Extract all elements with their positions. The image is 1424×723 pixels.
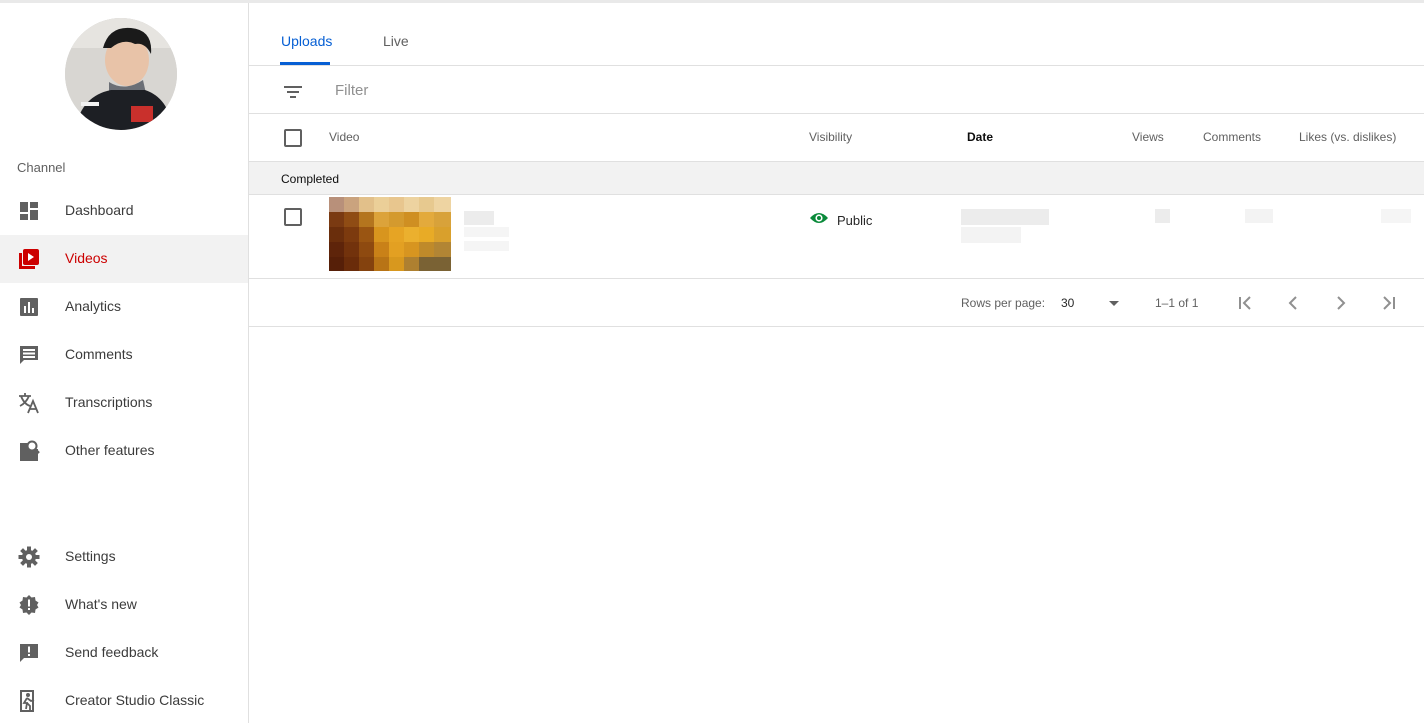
sidebar-item-label: Transcriptions — [65, 394, 153, 410]
redacted-video-description — [464, 227, 509, 237]
sidebar-item-dashboard[interactable]: Dashboard — [0, 187, 248, 235]
redacted-likes — [1381, 209, 1411, 223]
main-content: Uploads Live Video Visibility Date Views… — [249, 3, 1424, 723]
column-header-visibility: Visibility — [809, 130, 853, 144]
table-row[interactable]: Public — [249, 195, 1424, 279]
sidebar-item-whats-new[interactable]: What's new — [0, 581, 248, 629]
translate-icon — [17, 391, 41, 415]
channel-avatar[interactable] — [65, 18, 177, 130]
videos-icon — [17, 247, 41, 271]
sidebar: Channel Dashboard Videos Analytics Comme… — [0, 3, 249, 723]
sidebar-item-settings[interactable]: Settings — [0, 533, 248, 581]
tab-live[interactable]: Live — [383, 33, 409, 49]
rows-per-page-value: 30 — [1061, 296, 1075, 310]
sidebar-item-label: Analytics — [65, 298, 122, 314]
select-all-checkbox[interactable] — [284, 129, 302, 147]
column-header-likes[interactable]: Likes (vs. dislikes) — [1299, 130, 1396, 144]
redacted-date — [961, 209, 1049, 225]
channel-section-label: Channel — [17, 160, 66, 175]
tab-uploads[interactable]: Uploads — [281, 33, 332, 49]
redacted-video-title — [464, 211, 494, 225]
pagination-bar: Rows per page: 30 1–1 of 1 — [249, 279, 1424, 327]
redacted-date-detail — [961, 227, 1021, 243]
caret-down-icon — [1109, 301, 1119, 306]
sidebar-item-label: Creator Studio Classic — [65, 692, 205, 708]
filter-bar — [249, 66, 1424, 114]
sidebar-item-videos[interactable]: Videos — [0, 235, 248, 283]
previous-page-button[interactable] — [1281, 291, 1305, 315]
sidebar-item-comments[interactable]: Comments — [0, 331, 248, 379]
analytics-icon — [17, 295, 41, 319]
sidebar-item-label: Dashboard — [65, 202, 134, 218]
whats-new-icon — [17, 593, 41, 617]
first-page-button[interactable] — [1233, 291, 1257, 315]
sidebar-item-analytics[interactable]: Analytics — [0, 283, 248, 331]
page-range: 1–1 of 1 — [1155, 296, 1199, 310]
classic-exit-icon — [17, 689, 41, 713]
rows-per-page-label: Rows per page: — [961, 296, 1046, 310]
visibility-cell[interactable]: Public — [809, 211, 872, 230]
next-page-button[interactable] — [1329, 291, 1353, 315]
sidebar-item-label: Settings — [65, 548, 116, 564]
sidebar-item-label: Comments — [65, 346, 133, 362]
column-header-views[interactable]: Views — [1132, 130, 1164, 144]
filter-icon[interactable] — [281, 80, 305, 104]
feedback-icon — [17, 641, 41, 665]
chevron-left-icon — [1288, 296, 1297, 310]
sidebar-item-label: Send feedback — [65, 644, 159, 660]
redacted-video-description — [464, 241, 509, 251]
eye-icon — [809, 211, 829, 230]
sidebar-item-label: Other features — [65, 442, 155, 458]
redacted-views — [1155, 209, 1170, 223]
column-header-video: Video — [329, 130, 360, 144]
column-header-comments[interactable]: Comments — [1203, 130, 1261, 144]
active-tab-indicator — [280, 62, 330, 65]
sidebar-item-other-features[interactable]: Other features — [0, 427, 248, 475]
status-group-label: Completed — [281, 172, 340, 186]
chevron-right-icon — [1337, 296, 1346, 310]
video-thumbnail[interactable] — [329, 197, 451, 271]
rows-per-page-select[interactable]: 30 — [1061, 291, 1123, 315]
status-group-row: Completed — [249, 162, 1424, 195]
table-header: Video Visibility Date Views Comments Lik… — [249, 114, 1424, 162]
gear-icon — [17, 545, 41, 569]
sidebar-item-transcriptions[interactable]: Transcriptions — [0, 379, 248, 427]
other-features-icon — [17, 439, 41, 463]
last-page-icon — [1383, 296, 1395, 310]
column-header-date[interactable]: Date — [967, 130, 993, 144]
sidebar-item-label: Videos — [65, 250, 108, 266]
last-page-button[interactable] — [1377, 291, 1401, 315]
tab-bar: Uploads Live — [249, 3, 1424, 66]
filter-input[interactable] — [335, 79, 735, 101]
row-checkbox[interactable] — [284, 208, 302, 226]
redacted-comments — [1245, 209, 1273, 223]
sidebar-item-label: What's new — [65, 596, 137, 612]
sidebar-item-creator-studio-classic[interactable]: Creator Studio Classic — [0, 677, 248, 723]
sidebar-item-send-feedback[interactable]: Send feedback — [0, 629, 248, 677]
first-page-icon — [1239, 296, 1251, 310]
comments-icon — [17, 343, 41, 367]
dashboard-icon — [17, 199, 41, 223]
visibility-label: Public — [837, 213, 873, 228]
